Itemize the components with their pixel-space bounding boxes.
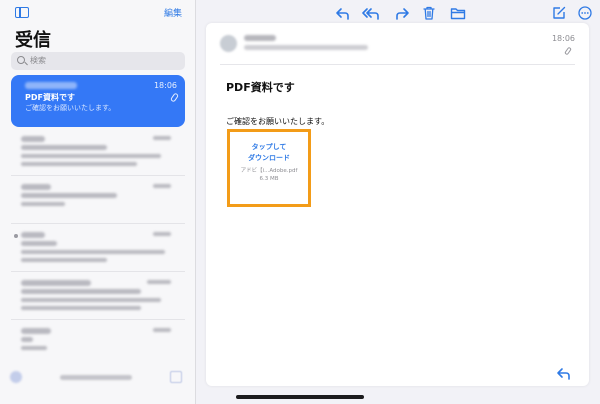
reply-all-icon[interactable] [361, 5, 381, 21]
blurred-preview [21, 258, 107, 262]
attachment-size: 6.3 MB [259, 176, 279, 182]
message-list-item[interactable] [11, 322, 185, 364]
mailbox-title: 受信 [15, 30, 51, 51]
blurred-time [153, 136, 171, 140]
message-list-item[interactable] [11, 178, 185, 224]
message-body: ご確認をお願いいたします。 [226, 117, 330, 126]
attachment-filename: アドビ【i...Adobe.pdf [240, 168, 298, 174]
blurred-preview [21, 346, 47, 350]
message-subject: PDF資料です [226, 81, 295, 94]
blurred-time [147, 280, 171, 284]
blurred-sender [25, 82, 77, 89]
blurred-time [153, 184, 171, 188]
search-placeholder: 検索 [30, 56, 46, 65]
forward-icon[interactable] [393, 5, 411, 21]
trash-icon[interactable] [421, 5, 437, 21]
sidebar-bottom-bar [0, 368, 196, 388]
attachment-action-line1: タップして [251, 143, 287, 151]
mailboxes-icon[interactable] [170, 371, 182, 383]
blurred-sender [21, 280, 91, 286]
blurred-sender-address [244, 45, 368, 50]
more-icon[interactable] [577, 5, 593, 21]
blurred-time [153, 232, 171, 236]
sidebar-top-bar: 編集 [0, 0, 196, 26]
blurred-preview [21, 306, 141, 310]
blurred-preview [21, 162, 137, 166]
reply-icon[interactable] [556, 365, 571, 384]
sidebar-toggle-icon[interactable] [15, 7, 29, 18]
reply-icon[interactable] [333, 5, 351, 21]
blurred-sender-name [244, 35, 276, 41]
header-divider [220, 64, 575, 65]
paperclip-icon [169, 92, 180, 103]
message-list-item[interactable] [11, 274, 185, 320]
compose-icon[interactable] [551, 5, 567, 21]
blurred-subject [21, 289, 141, 294]
blurred-preview [21, 202, 65, 206]
message-time: 18:06 [153, 81, 177, 90]
attachment-action-line2: ダウンロード [248, 154, 290, 162]
blurred-status-text [60, 375, 132, 380]
blurred-sender [21, 136, 45, 142]
blurred-sender [21, 328, 51, 334]
message-time: 18:06 [551, 34, 575, 43]
edit-button[interactable]: 編集 [164, 6, 182, 19]
blurred-subject [21, 337, 33, 342]
avatar [220, 35, 237, 52]
blurred-subject [21, 145, 107, 150]
blurred-subject [21, 241, 57, 246]
paperclip-icon [564, 46, 572, 56]
folder-icon[interactable] [449, 5, 467, 21]
blurred-time [153, 328, 171, 332]
home-indicator [236, 395, 364, 399]
blurred-preview [21, 250, 165, 254]
blurred-subject [21, 193, 117, 198]
blurred-sender [21, 184, 51, 190]
message-list-item[interactable] [11, 226, 185, 272]
unread-indicator [14, 234, 18, 238]
message-list-item[interactable] [11, 130, 185, 176]
pdf-attachment[interactable]: タップして ダウンロード アドビ【i...Adobe.pdf 6.3 MB [227, 129, 311, 207]
message-list-item-selected[interactable]: 18:06 PDF資料です ご確認をお願いいたします。 [11, 75, 185, 127]
mailbox-sidebar: 編集 受信 検索 18:06 PDF資料です ご確認をお願いいたします。 [0, 0, 196, 404]
message-subject: PDF資料です [25, 93, 75, 102]
search-field[interactable]: 検索 [11, 52, 185, 70]
search-icon [17, 56, 25, 64]
message-preview: ご確認をお願いいたします。 [25, 104, 116, 112]
blurred-sender [21, 232, 45, 238]
message-detail: 18:06 PDF資料です ご確認をお願いいたします。 タップして ダウンロード… [206, 23, 589, 386]
blurred-preview [21, 298, 161, 302]
filter-icon[interactable] [10, 371, 22, 383]
blurred-preview [21, 154, 161, 158]
